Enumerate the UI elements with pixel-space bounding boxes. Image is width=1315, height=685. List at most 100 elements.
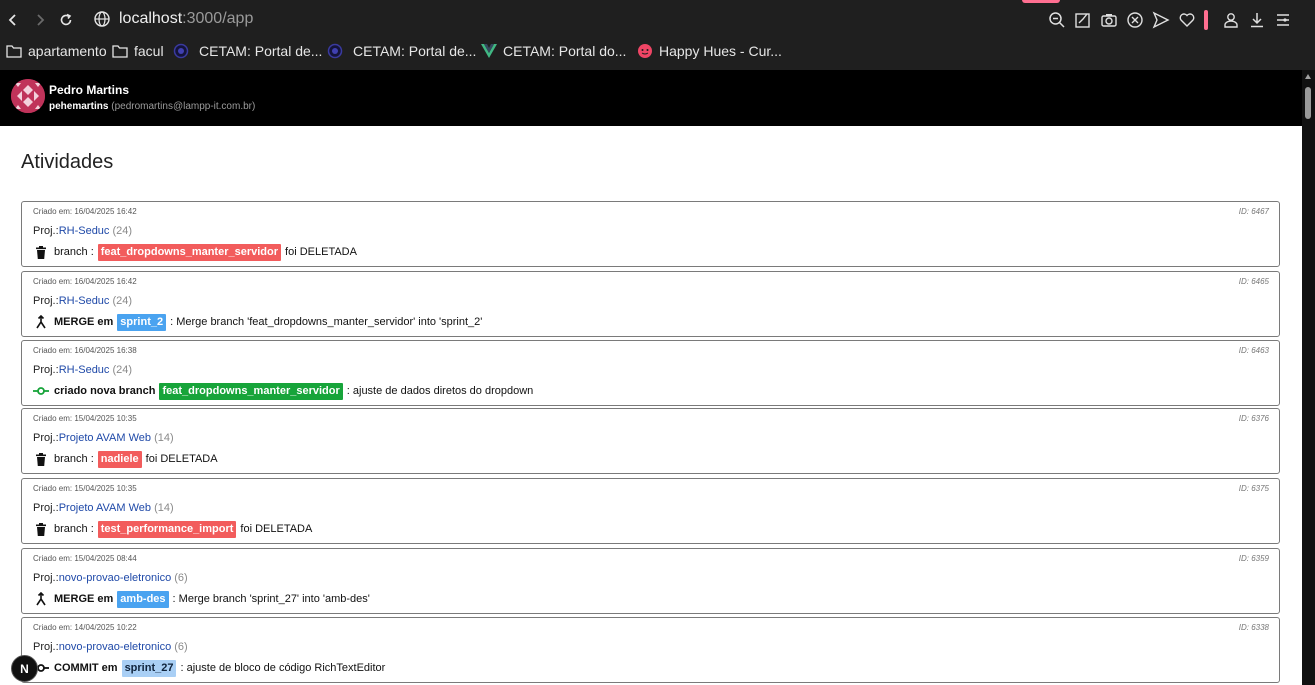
bookmark-cetam-1[interactable]: CETAM: Portal de...	[173, 43, 322, 59]
activity-card: Criado em: 15/04/2025 08:44 ID: 6359 Proj.…	[21, 548, 1280, 614]
project-count: (6)	[174, 641, 188, 653]
created-date: Criado em: 14/04/2025 10:22	[33, 623, 137, 632]
send-icon[interactable]	[1152, 11, 1170, 29]
trash-icon	[33, 451, 49, 467]
project-line: Proj.:RH-Seduc (24)	[33, 225, 133, 237]
page-title: Atividades	[21, 151, 114, 173]
activity-description: MERGE em sprint_2: Merge branch 'feat_dro…	[33, 313, 482, 331]
bookmark-cetam-2[interactable]: CETAM: Portal de...	[327, 43, 476, 59]
bookmark-label: facul	[134, 43, 164, 59]
back-icon[interactable]	[3, 10, 23, 30]
cetam-icon	[327, 43, 343, 59]
main-content: Atividades Criado em: 16/04/2025 16:42 ID…	[0, 126, 1302, 685]
project-link[interactable]: RH-Seduc	[59, 364, 110, 376]
activity-id: ID: 6465	[1238, 277, 1269, 286]
activity-card: Criado em: 15/04/2025 10:35 ID: 6375 Proj.…	[21, 478, 1280, 544]
activity-action: branch :	[54, 523, 94, 535]
folder-icon	[112, 43, 128, 59]
project-line: Proj.:RH-Seduc (24)	[33, 364, 133, 376]
project-link[interactable]: novo-provao-eletronico	[59, 641, 172, 653]
bookmark-apartamento[interactable]: apartamento	[6, 43, 107, 59]
browser-chrome: localhost:3000/app apartamento facul CET…	[0, 0, 1315, 70]
activity-card: Criado em: 16/04/2025 16:42 ID: 6467 Proj.…	[21, 201, 1280, 267]
vue-icon	[481, 43, 497, 59]
bookmark-label: CETAM: Portal de...	[199, 43, 323, 59]
activity-card: Criado em: 14/04/2025 10:22 ID: 6338 Proj.…	[21, 617, 1280, 683]
activity-detail: foi DELETADA	[240, 523, 313, 535]
download-icon[interactable]	[1248, 11, 1266, 29]
activity-id: ID: 6338	[1238, 623, 1269, 632]
cetam-icon	[173, 43, 189, 59]
branch-tag[interactable]: nadiele	[97, 450, 142, 468]
created-date: Criado em: 15/04/2025 10:35	[33, 484, 137, 493]
activity-card: Criado em: 16/04/2025 16:42 ID: 6465 Proj.…	[21, 271, 1280, 337]
activity-detail: foi DELETADA	[145, 453, 218, 465]
activity-description: MERGE em amb-des: Merge branch 'sprint_27…	[33, 590, 370, 608]
activity-id: ID: 6375	[1238, 484, 1269, 493]
menu-icon[interactable]	[1274, 11, 1292, 29]
address-bar[interactable]: localhost:3000/app	[119, 10, 253, 28]
activity-description: criado nova branch feat_dropdowns_manter_…	[33, 382, 533, 400]
url-path: :3000/app	[182, 10, 254, 27]
activity-description: branch : test_performance_import foi DELET…	[33, 520, 312, 538]
heart-icon[interactable]	[1178, 11, 1196, 29]
branch-tag[interactable]: feat_dropdowns_manter_servidor	[159, 382, 343, 400]
activity-action: MERGE em	[54, 316, 114, 328]
bookmark-label: CETAM: Portal de...	[353, 43, 477, 59]
user-header: Pedro Martins pehemartins (pedromartins@…	[0, 70, 1302, 126]
project-count: (24)	[112, 225, 133, 237]
merge-icon	[33, 314, 49, 330]
activity-detail: : Merge branch 'sprint_27' into 'amb-des…	[172, 593, 370, 605]
zoom-out-icon[interactable]	[1048, 11, 1066, 29]
project-line: Proj.:Projeto AVAM Web (14)	[33, 502, 174, 514]
branch-tag[interactable]: sprint_2	[117, 313, 167, 331]
scroll-thumb[interactable]	[1305, 87, 1311, 119]
project-link[interactable]: novo-provao-eletronico	[59, 572, 172, 584]
created-date: Criado em: 16/04/2025 16:42	[33, 277, 137, 286]
activity-description: COMMIT em sprint_27: ajuste de bloco de c…	[33, 659, 385, 677]
created-date: Criado em: 16/04/2025 16:38	[33, 346, 137, 355]
trash-icon	[33, 521, 49, 537]
user-name: Pedro Martins	[49, 83, 130, 97]
project-link[interactable]: Projeto AVAM Web	[59, 432, 151, 444]
bookmark-label: CETAM: Portal do...	[503, 43, 627, 59]
activity-card: Criado em: 16/04/2025 16:38 ID: 6463 Proj.…	[21, 340, 1280, 406]
scroll-up-icon[interactable]	[1305, 74, 1311, 79]
activity-action: branch :	[54, 246, 94, 258]
branch-created-icon	[33, 383, 49, 399]
activity-detail: : Merge branch 'feat_dropdowns_manter_se…	[170, 316, 483, 328]
edit-image-icon[interactable]	[1074, 11, 1092, 29]
user-login-name: pehemartins	[49, 101, 109, 112]
avatar[interactable]	[11, 79, 45, 113]
activity-action: COMMIT em	[54, 662, 118, 674]
activity-detail: : ajuste de bloco de código RichTextEdit…	[180, 662, 386, 674]
activity-action: MERGE em	[54, 593, 114, 605]
url-host: localhost	[119, 10, 183, 27]
reload-icon[interactable]	[56, 10, 76, 30]
project-count: (24)	[112, 364, 133, 376]
activity-detail: foi DELETADA	[285, 246, 357, 258]
branch-tag[interactable]: feat_dropdowns_manter_servidor	[97, 243, 282, 261]
project-link[interactable]: Projeto AVAM Web	[59, 502, 151, 514]
bookmark-happy-hues[interactable]: Happy Hues - Cur...	[637, 43, 782, 59]
camera-icon[interactable]	[1100, 11, 1118, 29]
block-icon[interactable]	[1126, 11, 1144, 29]
merge-icon	[33, 591, 49, 607]
created-date: Criado em: 15/04/2025 10:35	[33, 414, 137, 423]
folder-icon	[6, 43, 22, 59]
project-link[interactable]: RH-Seduc	[59, 225, 110, 237]
user-login: pehemartins (pedromartins@lampp-it.com.b…	[49, 101, 255, 112]
profile-icon[interactable]	[1222, 11, 1240, 29]
branch-tag[interactable]: test_performance_import	[97, 520, 237, 538]
scrollbar[interactable]	[1302, 70, 1315, 685]
bookmark-facul[interactable]: facul	[112, 43, 164, 59]
globe-icon	[93, 10, 111, 28]
branch-tag[interactable]: sprint_27	[121, 659, 177, 677]
branch-tag[interactable]: amb-des	[117, 590, 169, 608]
forward-icon[interactable]	[30, 10, 50, 30]
next-dev-badge[interactable]: N	[11, 655, 38, 682]
bookmarks-bar: apartamento facul CETAM: Portal de... CE…	[0, 40, 1315, 64]
bookmark-cetam-3[interactable]: CETAM: Portal do...	[481, 43, 626, 59]
project-link[interactable]: RH-Seduc	[59, 295, 110, 307]
created-date: Criado em: 16/04/2025 16:42	[33, 207, 137, 216]
